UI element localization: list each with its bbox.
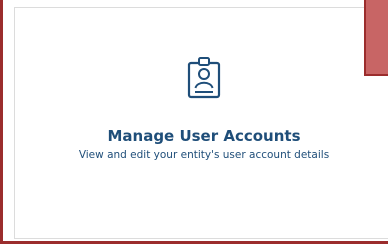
- user-badge-icon: [187, 57, 221, 99]
- card-description: View and edit your entity's user account…: [78, 149, 330, 161]
- manage-user-accounts-card[interactable]: [14, 7, 388, 239]
- popup-edge: [364, 0, 388, 76]
- card-title[interactable]: Manage User Accounts: [14, 127, 388, 145]
